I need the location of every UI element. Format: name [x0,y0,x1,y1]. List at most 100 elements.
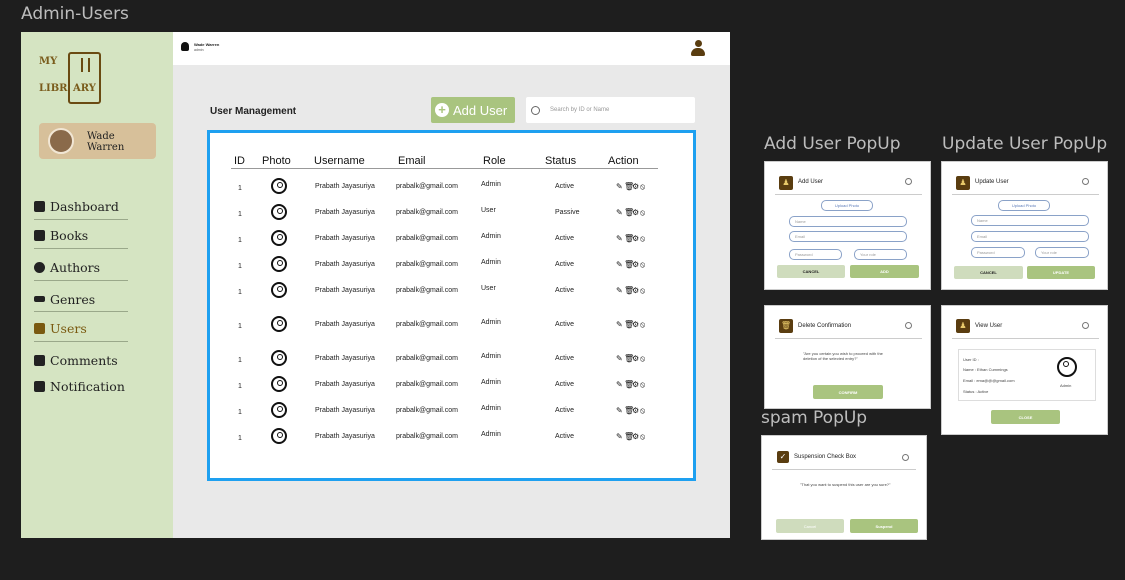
update-label: UPDATE [1052,270,1070,275]
divider [34,248,128,249]
sidebar-item-notification[interactable]: Notification [34,374,128,398]
popup-title: Suspension Check Box [794,454,857,460]
avatar-icon [1057,357,1077,377]
upload-label: Upload Photo [1011,203,1037,208]
popup-title: Update User [975,179,1009,185]
sidebar-item-authors[interactable]: Authors [34,255,128,279]
add-user-label: Add User [453,102,508,118]
add-button[interactable]: ADD [850,265,919,278]
popup-title: View User [975,323,1003,329]
role-placeholder: Your role [1041,250,1057,255]
divider [775,194,922,195]
confirm-button[interactable]: CONFIRM [813,385,883,399]
user-icon [181,42,189,51]
sidebar-item-dashboard[interactable]: Dashboard [34,194,128,218]
cancel-button[interactable]: CANCEL [777,265,845,278]
upload-label: Upload Photo [834,203,860,208]
sidebar-item-books[interactable]: Books [34,223,128,247]
books-glyph-icon [81,58,90,72]
sidebar-item-users[interactable]: Users [34,316,128,340]
close-icon[interactable] [905,178,912,185]
divider [952,338,1099,339]
ban-icon[interactable]: ⦸ [640,432,646,442]
logo-text-my: MY [39,56,58,67]
profile-card[interactable]: Wade Warren [39,123,156,159]
user-status-field: Status : Active [963,389,989,394]
email-field[interactable]: Email [789,231,907,242]
popup-title: Delete Confirmation [798,323,852,329]
popup-title: Add User [798,179,824,185]
sidebar-item-label: Genres [50,291,96,307]
close-icon[interactable] [902,454,909,461]
table-row: 1 Prabath Jayasuriya prabalk@gmail.com Admi… [210,133,693,478]
email-placeholder: Email [795,234,806,239]
sidebar-item-genres[interactable]: Genres [34,287,128,311]
close-icon[interactable] [1082,178,1089,185]
search-icon [531,105,540,115]
topbar-user-role: admin [194,48,204,52]
view-user-popup: ♟ View User User ID : Name : Ethan Cummi… [941,305,1108,435]
close-button[interactable]: CLOSE [991,410,1060,424]
password-placeholder: Password [977,250,995,255]
confirm-label: CONFIRM [838,389,858,395]
user-icon: ♟ [956,319,970,333]
name-placeholder: Name [977,218,988,223]
frame-label-admin-users: Admin-Users [21,4,129,24]
cancel-button[interactable]: CANCEL [954,266,1023,279]
close-icon[interactable] [905,322,912,329]
app-logo: MY LIBR ARY [35,50,105,106]
user-email-field: Email : ema@@@gmail.com [963,378,1015,383]
topbar-user-name: Wade Warren [194,42,220,47]
cancel-button[interactable]: Cancel [776,519,844,533]
trash-icon: 🗑 [779,319,793,333]
add-label: ADD [880,269,889,274]
search-input[interactable]: Search by ID or Name [526,97,695,123]
name-field[interactable]: Name [789,216,907,227]
user-details-card: User ID : Name : Ethan Cummings Email : … [958,349,1096,401]
settings-icon[interactable]: ⚙ [632,432,640,441]
update-button[interactable]: UPDATE [1027,266,1095,279]
frame-label-add-user: Add User PopUp [764,134,901,154]
divider [772,469,916,470]
suspend-button[interactable]: Suspend [850,519,918,533]
password-field[interactable]: Password [789,249,842,260]
add-user-button[interactable]: + Add User [431,97,515,123]
role-field[interactable]: Your role [854,249,907,260]
sidebar-item-label: Comments [50,352,118,368]
password-placeholder: Password [795,252,813,257]
plus-icon: + [435,103,449,117]
password-field[interactable]: Password [971,247,1025,258]
name-field[interactable]: Name [971,215,1089,226]
sidebar-item-label: Authors [50,259,101,275]
frame-label-spam: spam PopUp [761,408,868,428]
user-icon: ♟ [779,176,793,190]
cell-role: Admin [481,431,501,438]
divider [952,194,1099,195]
alert-icon [34,380,45,392]
cancel-label: CANCEL [980,270,997,275]
add-user-popup: ♟ Add User Upload Photo Name Email Passw… [764,161,931,290]
cell-id: 1 [238,435,242,442]
divider [775,338,922,339]
cell-username: Prabath Jayasuriya [315,433,375,440]
upload-photo-button[interactable]: Upload Photo [821,200,873,211]
close-icon[interactable] [1082,322,1089,329]
page-title: User Management [210,106,297,117]
suspension-popup: ✓ Suspension Check Box "That you want to… [761,435,927,540]
sidebar: MY LIBR ARY Wade Warren Dashboard Books … [21,32,173,538]
email-field[interactable]: Email [971,231,1089,242]
sidebar-item-comments[interactable]: Comments [34,348,128,372]
role-field[interactable]: Your role [1035,247,1089,258]
frame-label-update-user: Update User PopUp [942,134,1108,154]
logo-text-libr: LIBR [39,83,68,94]
account-icon[interactable] [691,40,705,58]
book-icon [34,229,45,241]
comment-icon [34,354,45,366]
authors-icon [34,261,45,273]
divider [34,280,128,281]
edit-icon[interactable]: ✎ [616,432,624,441]
sidebar-item-label: Users [50,320,87,336]
checkbox-icon[interactable]: ✓ [777,451,789,463]
upload-photo-button[interactable]: Upload Photo [998,200,1050,211]
suspend-label: Suspend [875,523,893,529]
